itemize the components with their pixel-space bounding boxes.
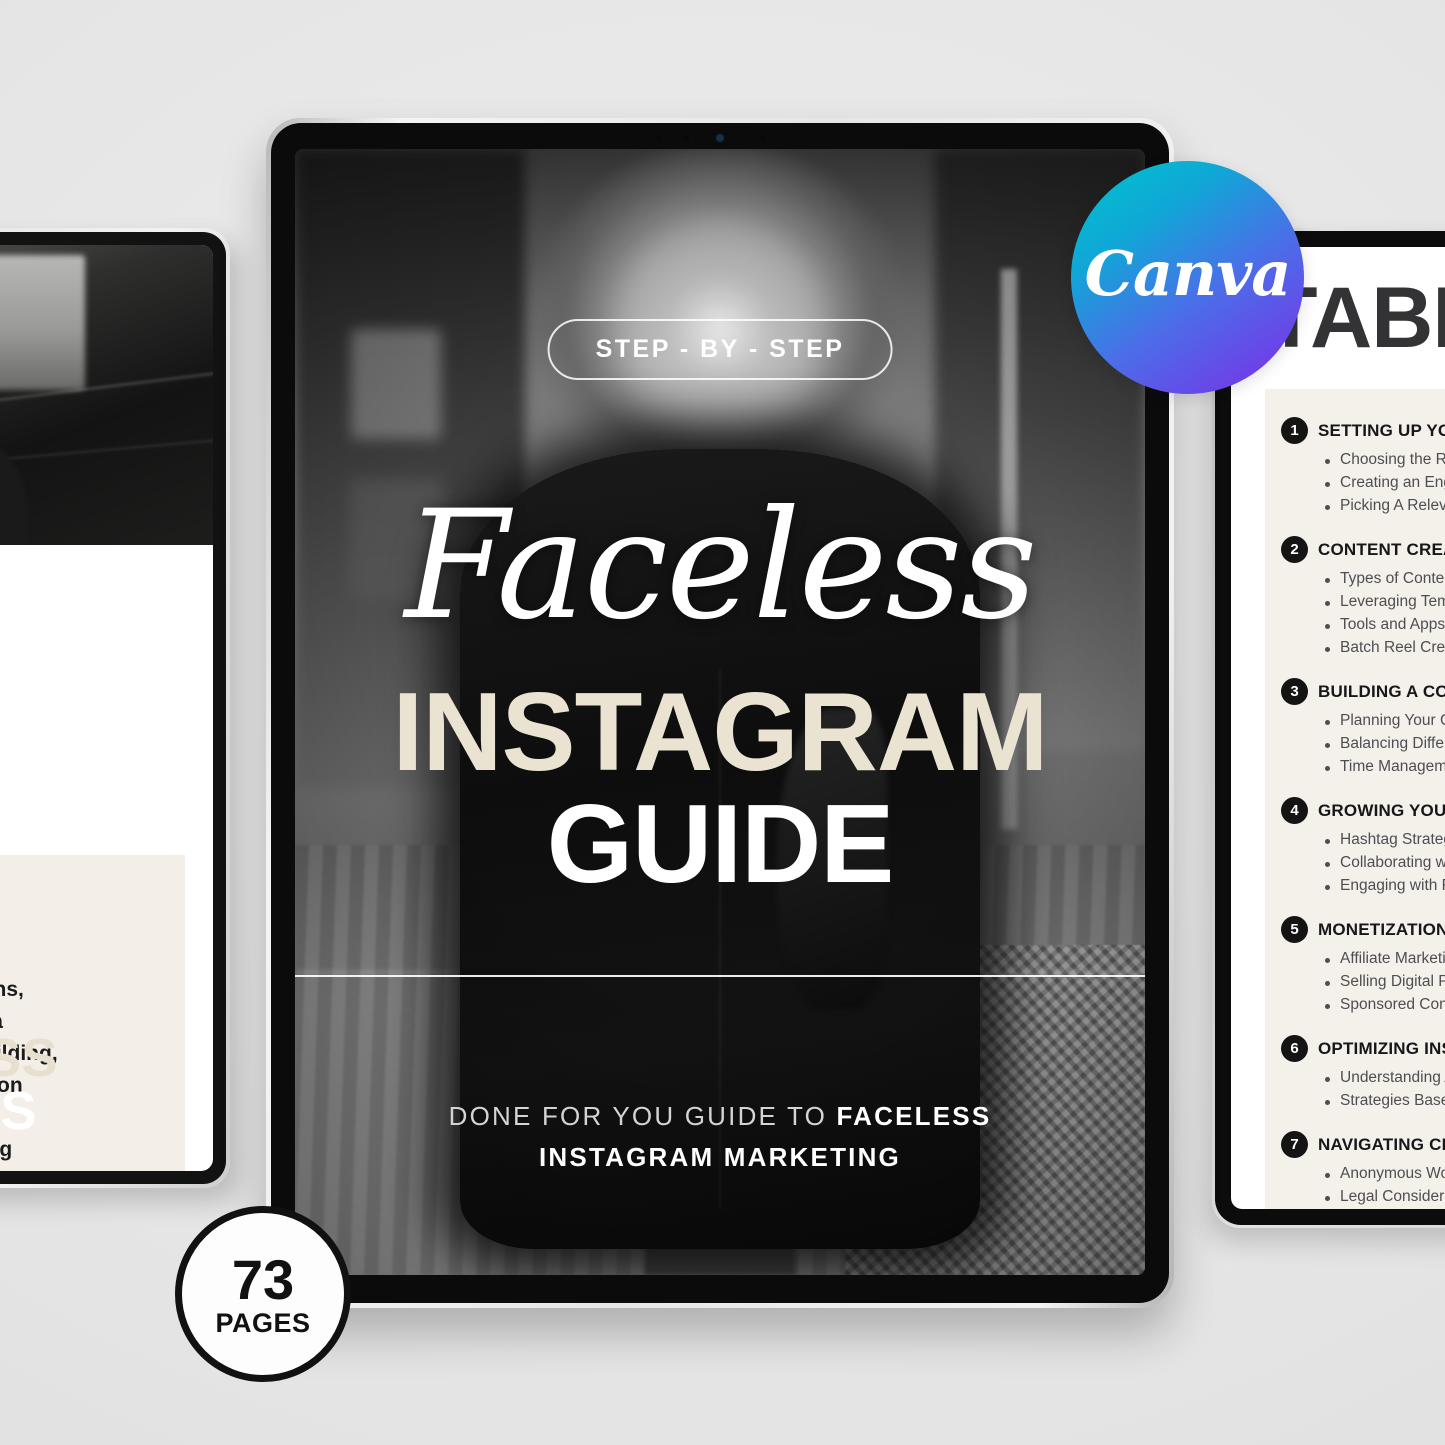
- callout-line: increasing popularity,: [0, 942, 167, 974]
- toc-section-head: 5 MONETIZATION STRATEGIES: [1281, 916, 1445, 943]
- left-page-heading-line1: FACELESS: [0, 1027, 59, 1088]
- toc-item: Selling Digital Products: [1325, 973, 1445, 991]
- toc-section: 1 SETTING UP YOUR PROFILE Choosing the R…: [1281, 417, 1445, 515]
- toc-item: Planning Your Content: [1325, 712, 1445, 730]
- canva-wordmark: Canva: [1084, 237, 1292, 310]
- toc-number-badge: 7: [1281, 1131, 1308, 1158]
- toc-section: 2 CONTENT CREATION Types of Content to P…: [1281, 536, 1445, 657]
- product-mockup-scene: FACELESS PROFILES At the intersection of…: [0, 0, 1445, 1445]
- toc-section-title: NAVIGATING CHALLENGES: [1318, 1134, 1445, 1154]
- figure-shoulder-shape: [0, 415, 27, 545]
- pages-count-badge: 73 PAGES: [175, 1206, 351, 1382]
- left-tablet-device: FACELESS PROFILES At the intersection of…: [0, 228, 230, 1188]
- toc-section-head: 7 NAVIGATING CHALLENGES: [1281, 1131, 1445, 1158]
- left-page-heading: FACELESS PROFILES: [0, 1027, 59, 1142]
- toc-item: Understanding Analytics: [1325, 1069, 1445, 1087]
- cover-typography: STEP - BY - STEP Faceless INSTAGRAM GUID…: [295, 149, 1145, 1275]
- toc-section-title: OPTIMIZING INSIGHTS: [1318, 1038, 1445, 1058]
- toc-item: Time Management Tips: [1325, 758, 1445, 776]
- toc-section-head: 2 CONTENT CREATION: [1281, 536, 1445, 563]
- callout-line: technological innovations,: [0, 978, 24, 1002]
- toc-section-title: BUILDING A CONTENT CALENDAR: [1318, 681, 1445, 701]
- toc-section: 7 NAVIGATING CHALLENGES Anonymous Workfl…: [1281, 1131, 1445, 1209]
- toc-number-badge: 4: [1281, 797, 1308, 824]
- left-page-paragraph-line: of marketing.: [0, 772, 199, 803]
- toc-item: Batch Reel Creation: [1325, 639, 1445, 657]
- left-tablet-screen: FACELESS PROFILES At the intersection of…: [0, 245, 213, 1171]
- toc-number-badge: 6: [1281, 1035, 1308, 1062]
- toc-item: Engaging with Followers: [1325, 877, 1445, 895]
- toc-section-head: 1 SETTING UP YOUR PROFILE: [1281, 417, 1445, 444]
- car-window-shape: [0, 255, 85, 390]
- toc-number-badge: 3: [1281, 678, 1308, 705]
- toc-section-title: CONTENT CREATION: [1318, 539, 1445, 559]
- toc-section-head: 4 GROWING YOUR AUDIENCE: [1281, 797, 1445, 824]
- cover-title-line2: GUIDE: [546, 782, 895, 906]
- right-tablet-screen: TABLE OF CONTENTS 1 SETTING UP YOUR PROF…: [1231, 247, 1445, 1209]
- toc-item: Types of Content to Post: [1325, 570, 1445, 588]
- step-by-step-badge: STEP - BY - STEP: [547, 319, 893, 380]
- tagline-light-text: DONE FOR YOU GUIDE TO: [448, 1101, 837, 1132]
- toc-number-badge: 5: [1281, 916, 1308, 943]
- left-page-paragraph-line: At the intersection of: [0, 589, 199, 620]
- main-tablet-bezel: STEP - BY - STEP Faceless INSTAGRAM GUID…: [271, 123, 1169, 1303]
- canva-badge: Canva: [1071, 161, 1304, 394]
- toc-section-title: GROWING YOUR AUDIENCE: [1318, 800, 1445, 820]
- toc-item: Affiliate Marketing: [1325, 950, 1445, 968]
- cover-title-line1: INSTAGRAM: [392, 670, 1049, 794]
- toc-item: Leveraging Templates: [1325, 593, 1445, 611]
- toc-item: Sponsored Content: [1325, 996, 1445, 1014]
- toc-number-badge: 1: [1281, 417, 1308, 444]
- left-page-paragraph-line: this key challenge: [0, 620, 199, 651]
- right-tablet-bezel: TABLE OF CONTENTS 1 SETTING UP YOUR PROF…: [1215, 231, 1445, 1225]
- pages-count-value: 73: [231, 1247, 295, 1311]
- left-page-paragraph-line: has opened up a realm of: [0, 650, 199, 681]
- toc-section: 3 BUILDING A CONTENT CALENDAR Planning Y…: [1281, 678, 1445, 776]
- left-page-paragraph-line: expand to pave new ways: [0, 742, 199, 773]
- callout-line: these trends, faceless: [0, 1166, 167, 1171]
- toc-section-head: 3 BUILDING A CONTENT CALENDAR: [1281, 678, 1445, 705]
- toc-section-head: 6 OPTIMIZING INSIGHTS: [1281, 1035, 1445, 1062]
- toc-item: Balancing Different Formats: [1325, 735, 1445, 753]
- toc-number-badge: 2: [1281, 536, 1308, 563]
- cover-tagline-line1: DONE FOR YOU GUIDE TO FACELESS: [449, 1096, 992, 1136]
- pages-count-label: PAGES: [215, 1307, 311, 1338]
- tagline-bold-text: FACELESS: [836, 1101, 992, 1132]
- toc-item: Collaborating with Creators: [1325, 854, 1445, 872]
- toc-item: Anonymous Workflows: [1325, 1165, 1445, 1183]
- toc-item: Legal Considerations: [1325, 1188, 1445, 1206]
- left-page-hero-image: [0, 245, 213, 545]
- toc-item: Creating an Engaging Bio: [1325, 474, 1445, 492]
- cover-tagline-line2: INSTAGRAM MARKETING: [539, 1141, 901, 1172]
- toc-item: Hashtag Strategies: [1325, 831, 1445, 849]
- cover-script-title: Faceless: [404, 479, 1038, 653]
- toc-section: 4 GROWING YOUR AUDIENCE Hashtag Strategi…: [1281, 797, 1445, 895]
- toc-item: Picking A Relevant Username: [1325, 497, 1445, 515]
- toc-item: Strategies Based on Data: [1325, 1092, 1445, 1110]
- toc-item: Tools and Apps for Editing: [1325, 616, 1445, 634]
- toc-item: Choosing the Right Niche: [1325, 451, 1445, 469]
- toc-section: 5 MONETIZATION STRATEGIES Affiliate Mark…: [1281, 916, 1445, 1014]
- main-tablet-screen: STEP - BY - STEP Faceless INSTAGRAM GUID…: [295, 149, 1145, 1275]
- callout-line: The future is bright for: [0, 879, 167, 911]
- callout-line: faceless profiles, with: [0, 911, 167, 943]
- toc-section: 6 OPTIMIZING INSIGHTS Understanding Anal…: [1281, 1035, 1445, 1110]
- toc-panel: 1 SETTING UP YOUR PROFILE Choosing the R…: [1265, 389, 1445, 1209]
- main-tablet-device: STEP - BY - STEP Faceless INSTAGRAM GUID…: [266, 118, 1174, 1308]
- toc-section-title: MONETIZATION STRATEGIES: [1318, 919, 1445, 939]
- left-page-heading-line2: PROFILES: [0, 1081, 38, 1142]
- cover-tagline: DONE FOR YOU GUIDE TO FACELESS INSTAGRAM…: [449, 1096, 992, 1177]
- cover-divider-rule: [295, 975, 1145, 977]
- left-page-paragraph-line: possibilities while keeping: [0, 681, 199, 712]
- left-page-paragraph-line: as the scope continues to: [0, 711, 199, 742]
- front-camera-icon: [716, 134, 724, 142]
- left-tablet-bezel: FACELESS PROFILES At the intersection of…: [0, 232, 226, 1184]
- toc-section-title: SETTING UP YOUR PROFILE: [1318, 420, 1445, 440]
- right-tablet-device: TABLE OF CONTENTS 1 SETTING UP YOUR PROF…: [1212, 228, 1445, 1228]
- seat-line-shape-2: [0, 436, 213, 476]
